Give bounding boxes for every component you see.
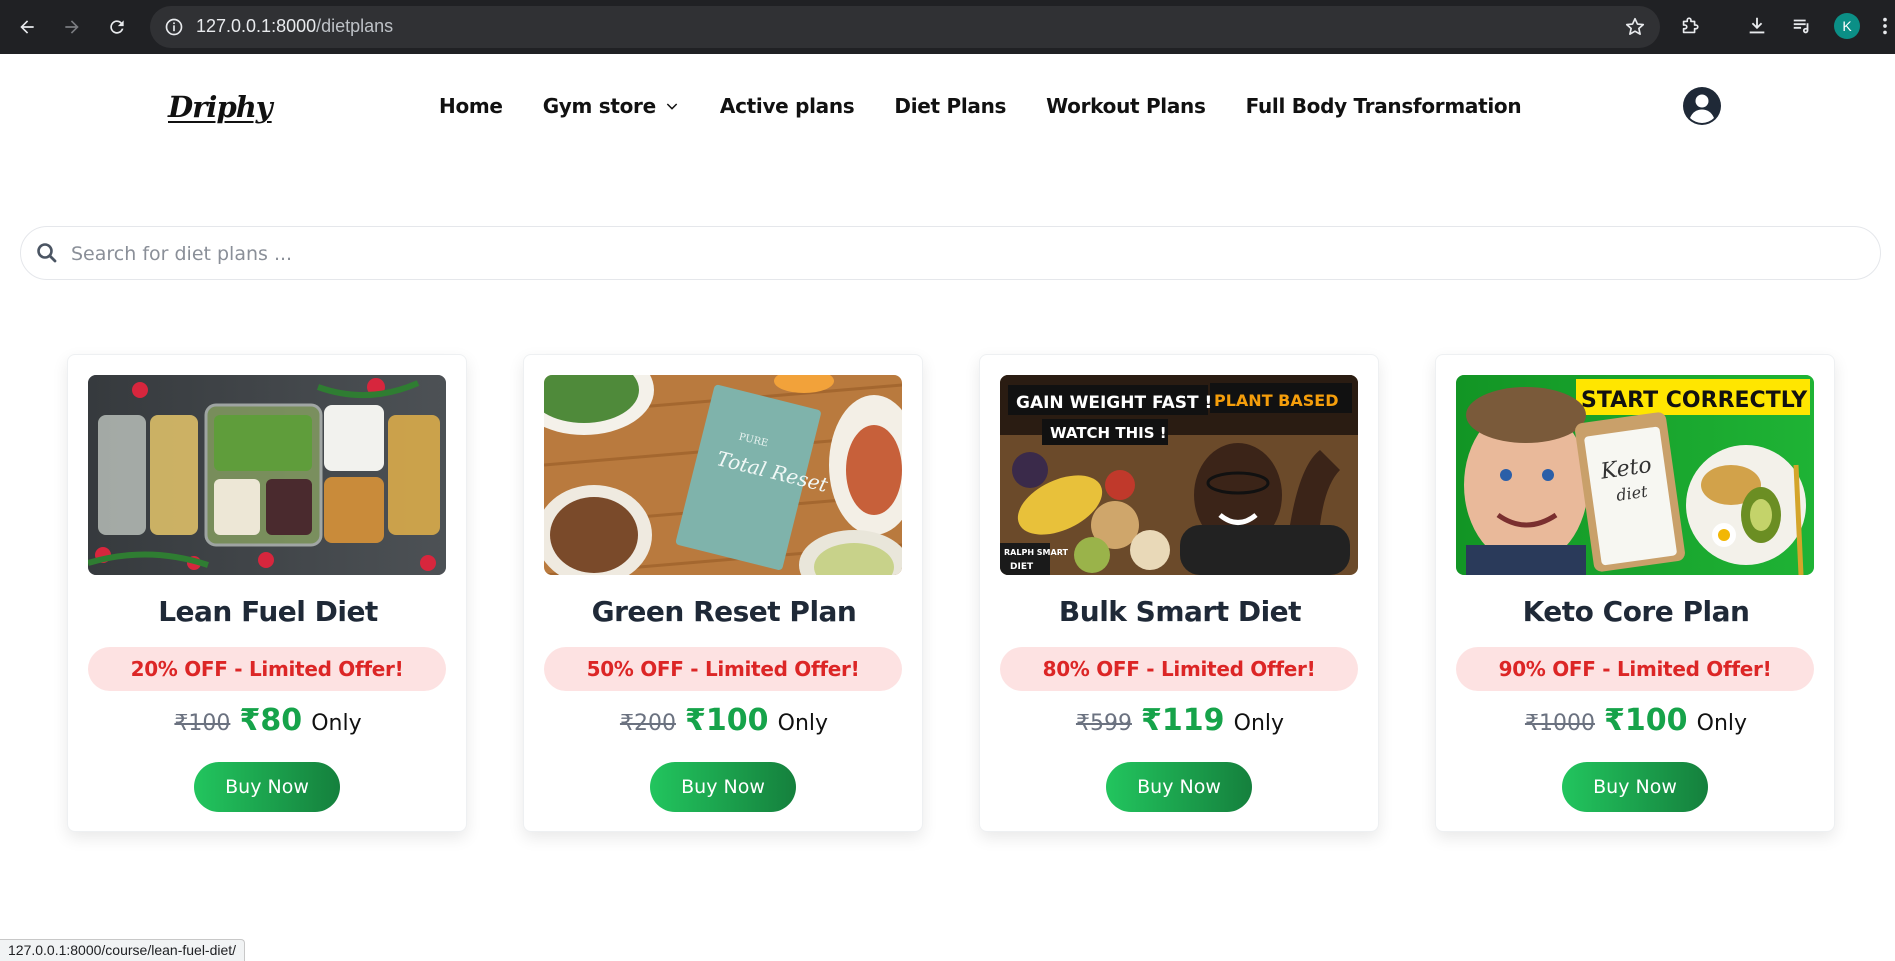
plan-card-keto-core[interactable]: START CORRECTLY Keto diet Keto Core Plan…	[1435, 354, 1835, 832]
media-controls-button[interactable]	[1789, 13, 1815, 39]
plan-title: Lean Fuel Diet	[158, 595, 378, 628]
plan-image[interactable]: GAIN WEIGHT FAST ! PLANT BASED WATCH THI…	[1000, 375, 1358, 575]
plan-image[interactable]: PURE Total Reset	[544, 375, 902, 575]
site-header: Driphy Home Gym store Active plans Diet …	[0, 54, 1895, 164]
old-price: ₹1000	[1524, 711, 1595, 736]
nav-workout-plans[interactable]: Workout Plans	[1046, 94, 1206, 118]
buy-now-button[interactable]: Buy Now	[194, 762, 340, 812]
old-price: ₹100	[174, 711, 231, 736]
search-icon	[37, 243, 57, 263]
chevron-down-icon	[666, 103, 678, 110]
nav-home[interactable]: Home	[439, 94, 503, 118]
plan-title: Keto Core Plan	[1522, 595, 1750, 628]
puzzle-icon	[1682, 17, 1699, 34]
nav-gym-store-label: Gym store	[542, 94, 657, 118]
thumb-headline-text: GAIN WEIGHT FAST !	[1016, 393, 1212, 413]
bookmark-star-icon[interactable]	[1624, 16, 1646, 38]
price-row: ₹100 ₹80 Only	[68, 703, 468, 738]
offer-badge: 80% OFF - Limited Offer!	[1000, 647, 1358, 691]
back-button[interactable]	[12, 12, 42, 42]
reload-button[interactable]	[102, 12, 132, 42]
plan-title: Green Reset Plan	[591, 595, 857, 628]
browser-toolbar: 127.0.0.1:8000/dietplans K	[0, 0, 1895, 54]
address-bar[interactable]: 127.0.0.1:8000/dietplans	[150, 6, 1660, 48]
plan-card-green-reset[interactable]: PURE Total Reset Green Reset Plan 50% OF…	[523, 354, 923, 832]
price-row: ₹1000 ₹100 Only	[1436, 703, 1836, 738]
nav-diet-plans[interactable]: Diet Plans	[894, 94, 1006, 118]
search-bar	[20, 226, 1881, 280]
nav-full-body-transformation[interactable]: Full Body Transformation	[1246, 94, 1522, 118]
offer-badge: 20% OFF - Limited Offer!	[88, 647, 446, 691]
plan-title: Bulk Smart Diet	[1058, 595, 1302, 628]
thumb-diet-text: DIET	[1010, 562, 1034, 572]
new-price: ₹100	[1604, 703, 1688, 738]
price-suffix: Only	[1233, 711, 1285, 736]
extensions-button[interactable]	[1677, 13, 1703, 39]
keto-thumbnail-image: START CORRECTLY Keto diet	[1456, 375, 1814, 575]
arrow-left-icon	[20, 20, 34, 34]
site-logo[interactable]: Driphy	[168, 90, 273, 124]
price-row: ₹599 ₹119 Only	[980, 703, 1380, 738]
price-suffix: Only	[1696, 711, 1748, 736]
offer-badge: 50% OFF - Limited Offer!	[544, 647, 902, 691]
price-suffix: Only	[777, 711, 829, 736]
diet-plan-grid: Lean Fuel Diet 20% OFF - Limited Offer! …	[67, 354, 1837, 834]
nav-gym-store[interactable]: Gym store	[543, 94, 680, 118]
price-suffix: Only	[311, 711, 362, 736]
new-price: ₹100	[685, 703, 769, 738]
buy-now-button[interactable]: Buy Now	[650, 762, 796, 812]
downloads-button[interactable]	[1744, 13, 1770, 39]
thumb-headline-text: START CORRECTLY	[1581, 388, 1808, 413]
main-nav: Home Gym store Active plans Diet Plans W…	[439, 94, 1561, 118]
reload-icon	[110, 20, 124, 34]
menu-button[interactable]	[1872, 13, 1895, 39]
green-reset-menu-image: PURE Total Reset	[544, 375, 902, 575]
offer-badge: 90% OFF - Limited Offer!	[1456, 647, 1814, 691]
url-path: /dietplans	[316, 16, 394, 36]
profile-avatar[interactable]: K	[1834, 13, 1860, 39]
search-input[interactable]	[71, 237, 1851, 271]
download-icon	[1749, 17, 1765, 34]
old-price: ₹200	[619, 711, 676, 736]
info-icon[interactable]	[164, 17, 184, 37]
plan-card-bulk-smart[interactable]: GAIN WEIGHT FAST ! PLANT BASED WATCH THI…	[979, 354, 1379, 832]
buy-now-button[interactable]: Buy Now	[1106, 762, 1252, 812]
new-price: ₹119	[1141, 703, 1225, 738]
meal-prep-boxes-image	[88, 375, 446, 575]
buy-now-button[interactable]: Buy Now	[1562, 762, 1708, 812]
thumb-brand-text: RALPH SMART	[1004, 548, 1069, 557]
thumb-tag-text: PLANT BASED	[1214, 391, 1339, 410]
url-text: 127.0.0.1:8000/dietplans	[196, 16, 393, 37]
plan-image[interactable]	[88, 375, 446, 575]
forward-button[interactable]	[57, 12, 87, 42]
user-circle-icon[interactable]	[1682, 86, 1722, 126]
link-status-bar: 127.0.0.1:8000/course/lean-fuel-diet/	[0, 939, 246, 961]
plan-card-lean-fuel[interactable]: Lean Fuel Diet 20% OFF - Limited Offer! …	[67, 354, 467, 832]
nav-active-plans[interactable]: Active plans	[720, 94, 855, 118]
price-row: ₹200 ₹100 Only	[524, 703, 924, 738]
kebab-menu-icon	[1883, 17, 1887, 35]
new-price: ₹80	[239, 703, 303, 738]
url-host: 127.0.0.1:8000	[196, 16, 317, 36]
bulk-diet-thumbnail-image: GAIN WEIGHT FAST ! PLANT BASED WATCH THI…	[1000, 375, 1358, 575]
plan-image[interactable]: START CORRECTLY Keto diet	[1456, 375, 1814, 575]
arrow-right-icon	[65, 20, 79, 34]
thumb-watch-text: WATCH THIS !	[1050, 424, 1167, 442]
old-price: ₹599	[1075, 711, 1132, 736]
playlist-icon	[1793, 19, 1809, 34]
